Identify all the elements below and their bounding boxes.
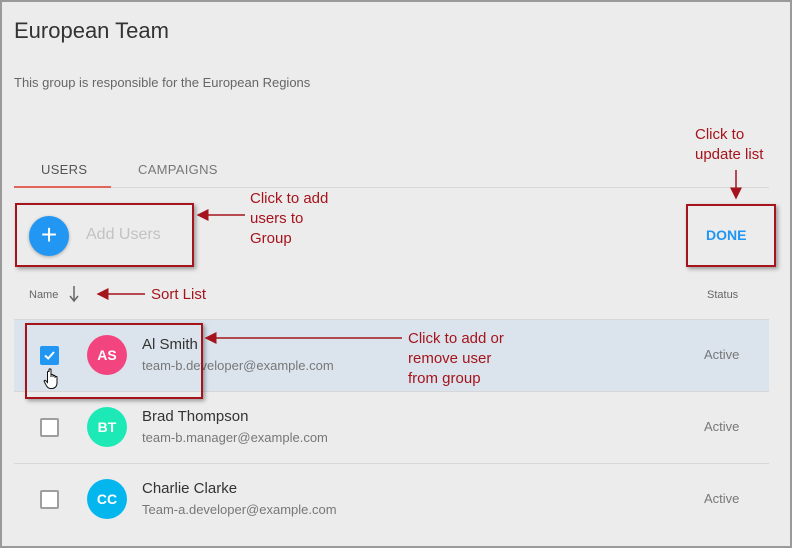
group-detail-panel: European Team This group is responsible … xyxy=(0,0,792,548)
update-list-annotation: Click to update list xyxy=(695,126,764,163)
add-users-annotation: Click to add users to Group xyxy=(250,190,329,247)
add-remove-annotation: Click to add or remove user from group xyxy=(408,330,504,387)
sort-list-annotation: Sort List xyxy=(151,286,207,303)
annotation-arrows xyxy=(96,170,742,344)
